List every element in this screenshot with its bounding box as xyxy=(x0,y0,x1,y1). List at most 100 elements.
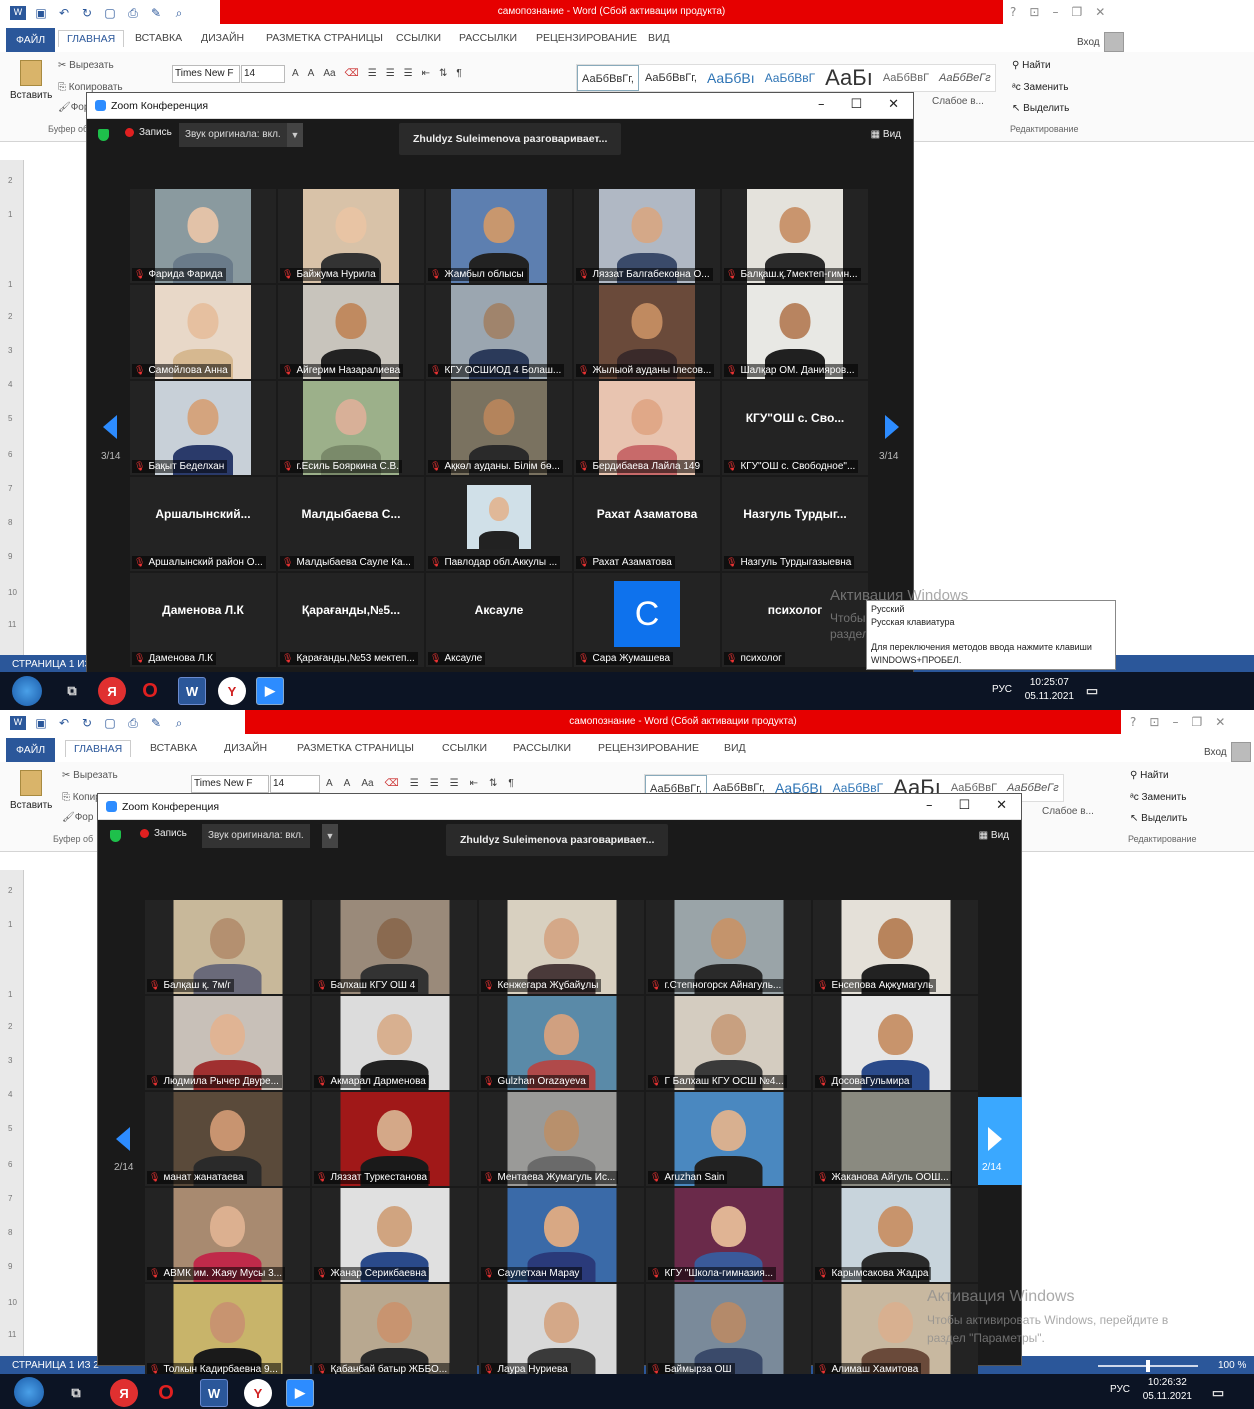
shrink-font-button[interactable]: A xyxy=(344,778,351,789)
security-shield-icon[interactable] xyxy=(110,830,121,842)
participant-tile[interactable]: 🎙 Жамбыл облысы xyxy=(426,189,572,283)
participant-tile[interactable]: 🎙 Ляззат Туркестанова xyxy=(312,1092,477,1186)
participant-tile[interactable]: 🎙 Жаканова Айгуль ООШ... xyxy=(813,1092,978,1186)
replace-button[interactable]: ᵃc Заменить xyxy=(1130,792,1186,803)
tab-references[interactable]: ССЫЛКИ xyxy=(442,742,487,754)
sort-icon[interactable]: ⇅ xyxy=(439,68,447,79)
select-button[interactable]: ↖ Выделить xyxy=(1012,103,1069,114)
help-icon[interactable]: ? xyxy=(1130,715,1136,729)
participant-tile[interactable]: 🎙 Бақыт Беделхан xyxy=(130,381,276,475)
indent-icon[interactable]: ⇤ xyxy=(422,68,430,79)
language-indicator[interactable]: РУС xyxy=(992,684,1012,695)
participant-tile[interactable]: 🎙 Баймырза ОШ xyxy=(646,1284,811,1378)
zoom-taskbar-icon[interactable]: ▶ xyxy=(286,1379,314,1407)
participant-tile[interactable]: 🎙 г.Степногорск Айнагуль... xyxy=(646,900,811,994)
pilcrow-icon[interactable]: ¶ xyxy=(508,778,513,789)
style-weak[interactable]: Слабое в... xyxy=(1042,806,1094,817)
participant-tile[interactable]: 🎙 Самойлова Анна xyxy=(130,285,276,379)
maximize-icon[interactable]: ☐ xyxy=(958,798,970,813)
multilevel-icon[interactable]: ☰ xyxy=(450,778,459,789)
style-normal[interactable]: АаБбВвГг, xyxy=(577,65,639,91)
start-button-icon[interactable] xyxy=(14,1377,44,1407)
close-icon[interactable]: ✕ xyxy=(1215,715,1225,729)
tab-layout[interactable]: РАЗМЕТКА СТРАНИЦЫ xyxy=(297,742,414,754)
minimize-icon[interactable]: – xyxy=(818,97,825,112)
font-size-select[interactable]: 14 xyxy=(270,775,320,793)
participant-tile[interactable]: Аксауле 🎙 Аксауле xyxy=(426,573,572,667)
participant-tile[interactable]: 🎙 Жылыой ауданы Ілесов... xyxy=(574,285,720,379)
multilevel-icon[interactable]: ☰ xyxy=(404,68,413,79)
tab-file[interactable]: ФАЙЛ xyxy=(6,28,56,52)
participant-tile[interactable]: КГУ"ОШ с. Сво... 🎙 КГУ"ОШ с. Свободное"... xyxy=(722,381,868,475)
participant-tile[interactable]: 🎙 Aruzhan Sain xyxy=(646,1092,811,1186)
font-name-select[interactable]: Times New F xyxy=(191,775,269,793)
ribbon-options-icon[interactable]: ⊡ xyxy=(1029,5,1039,19)
view-button[interactable]: ▦ Вид xyxy=(979,830,1009,841)
tab-home[interactable]: ГЛАВНАЯ xyxy=(65,740,132,757)
participant-tile[interactable]: 🎙 Айгерим Назаралиева xyxy=(278,285,424,379)
tab-design[interactable]: ДИЗАЙН xyxy=(224,742,267,754)
minimize-icon[interactable]: – xyxy=(1052,5,1058,19)
find-button[interactable]: ⚲ Найти xyxy=(1012,60,1051,71)
participant-tile[interactable]: 🎙 Павлодар обл.Аккулы ... xyxy=(426,477,572,571)
change-case-button[interactable]: Aa xyxy=(361,778,373,789)
participant-tile[interactable]: 🎙 Фарида Фарида xyxy=(130,189,276,283)
ribbon-options-icon[interactable]: ⊡ xyxy=(1149,715,1159,729)
style-no-spacing[interactable]: АаБбВвГг, xyxy=(641,65,701,91)
style-heading1[interactable]: АаБбВı xyxy=(703,65,759,91)
minimize-icon[interactable]: – xyxy=(926,798,933,813)
taskbar-clock[interactable]: 10:25:07 05.11.2021 xyxy=(1025,676,1074,704)
close-icon[interactable]: ✕ xyxy=(1095,5,1105,19)
participant-tile[interactable]: 🎙 Карымсакова Жадра xyxy=(813,1188,978,1282)
preview-icon[interactable]: ⌕ xyxy=(171,6,187,20)
replace-button[interactable]: ᵃc Заменить xyxy=(1012,82,1068,93)
pilcrow-icon[interactable]: ¶ xyxy=(456,68,461,79)
font-size-select[interactable]: 14 xyxy=(241,65,285,83)
view-button[interactable]: ▦ Вид xyxy=(871,129,901,140)
yandex-browser-icon[interactable]: Y xyxy=(244,1379,272,1407)
participant-tile[interactable]: 🎙 Людмила Рычер Двуре... xyxy=(145,996,310,1090)
participant-tile[interactable]: Аршалынский... 🎙 Аршалынский район О... xyxy=(130,477,276,571)
tab-home[interactable]: ГЛАВНАЯ xyxy=(58,30,125,47)
participant-tile[interactable]: Қарағанды,№5... 🎙 Қарағанды,№53 мектеп... xyxy=(278,573,424,667)
original-sound-button[interactable]: Звук оригинала: вкл. xyxy=(202,824,310,848)
zoom-slider-thumb[interactable] xyxy=(1146,1360,1150,1372)
participant-tile[interactable]: 🎙 Балқаш қ. 7м/г xyxy=(145,900,310,994)
bullets-icon[interactable]: ☰ xyxy=(410,778,419,789)
notifications-icon[interactable]: ▭ xyxy=(1078,677,1106,705)
participant-tile[interactable]: 🎙 Ақкөл ауданы. Білім бө... xyxy=(426,381,572,475)
participant-tile[interactable]: 🎙 Толкын Кадирбаевна 9... xyxy=(145,1284,310,1378)
zoom-level[interactable]: 100 % xyxy=(1218,1356,1246,1376)
yandex-icon[interactable]: Я xyxy=(110,1379,138,1407)
tab-view[interactable]: ВИД xyxy=(724,742,746,754)
page-indicator[interactable]: СТРАНИЦА 1 ИЗ 2 xyxy=(12,1360,99,1371)
restore-icon[interactable]: ❐ xyxy=(1191,715,1202,729)
grow-font-button[interactable]: A xyxy=(292,68,299,79)
word-taskbar-icon[interactable]: W xyxy=(200,1379,228,1407)
numbering-icon[interactable]: ☰ xyxy=(430,778,439,789)
participant-tile[interactable]: 🎙 г.Есиль Бояркина С.В. xyxy=(278,381,424,475)
participant-tile[interactable]: 🎙 Gulzhan Orazayeva xyxy=(479,996,644,1090)
participant-tile[interactable]: 🎙 Шалқар ОМ. Данияров... xyxy=(722,285,868,379)
help-icon[interactable]: ? xyxy=(1010,5,1016,19)
format-painter-button[interactable]: 🖌Фор xyxy=(58,102,89,113)
opera-icon[interactable]: O xyxy=(152,1379,180,1407)
format-painter-button[interactable]: 🖌Фор xyxy=(62,812,93,823)
taskbar-clock[interactable]: 10:26:32 05.11.2021 xyxy=(1143,1376,1192,1404)
clear-format-icon[interactable]: ⌫ xyxy=(385,778,399,789)
participant-tile[interactable]: 🎙 Г Балхаш КГУ ОСШ №4... xyxy=(646,996,811,1090)
numbering-icon[interactable]: ☰ xyxy=(386,68,395,79)
task-view-icon[interactable]: ⧉ xyxy=(62,1379,90,1407)
style-heading2[interactable]: АаБбВвГ xyxy=(761,65,819,91)
participant-tile[interactable]: 🎙 Балқаш.қ.7мектеп-гимн... xyxy=(722,189,868,283)
tab-mailings[interactable]: РАССЫЛКИ xyxy=(459,32,517,44)
undo-icon[interactable]: ↶ xyxy=(56,6,72,20)
edit-icon[interactable]: ✎ xyxy=(148,6,164,20)
participant-tile[interactable]: Назгуль Турдыг... 🎙 Назгуль Турдыгазыевна xyxy=(722,477,868,571)
maximize-icon[interactable]: ☐ xyxy=(850,97,862,112)
recording-indicator[interactable]: Запись xyxy=(140,828,187,839)
undo-icon[interactable]: ↶ xyxy=(56,716,72,730)
cut-button[interactable]: ✂ Вырезать xyxy=(58,60,114,71)
participant-tile[interactable]: 🎙 манат жанатаева xyxy=(145,1092,310,1186)
login[interactable]: Вход xyxy=(1204,742,1251,762)
